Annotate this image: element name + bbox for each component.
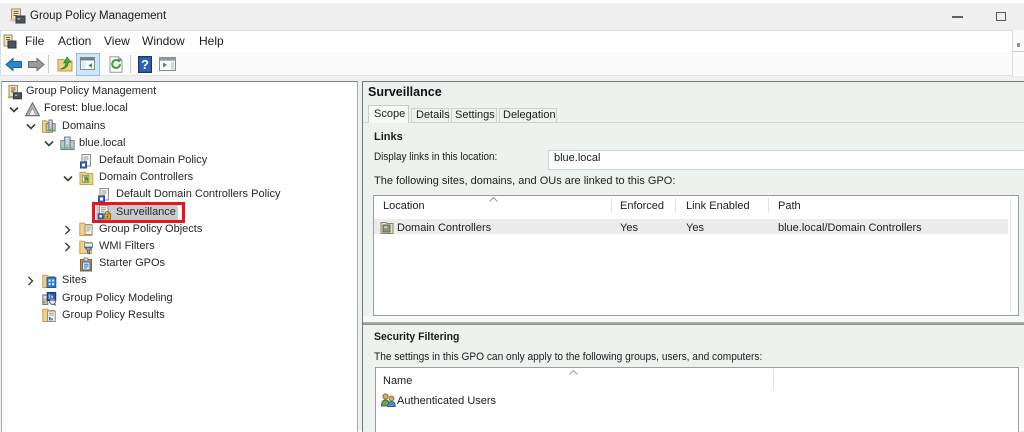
- svg-text:?: ?: [141, 57, 149, 72]
